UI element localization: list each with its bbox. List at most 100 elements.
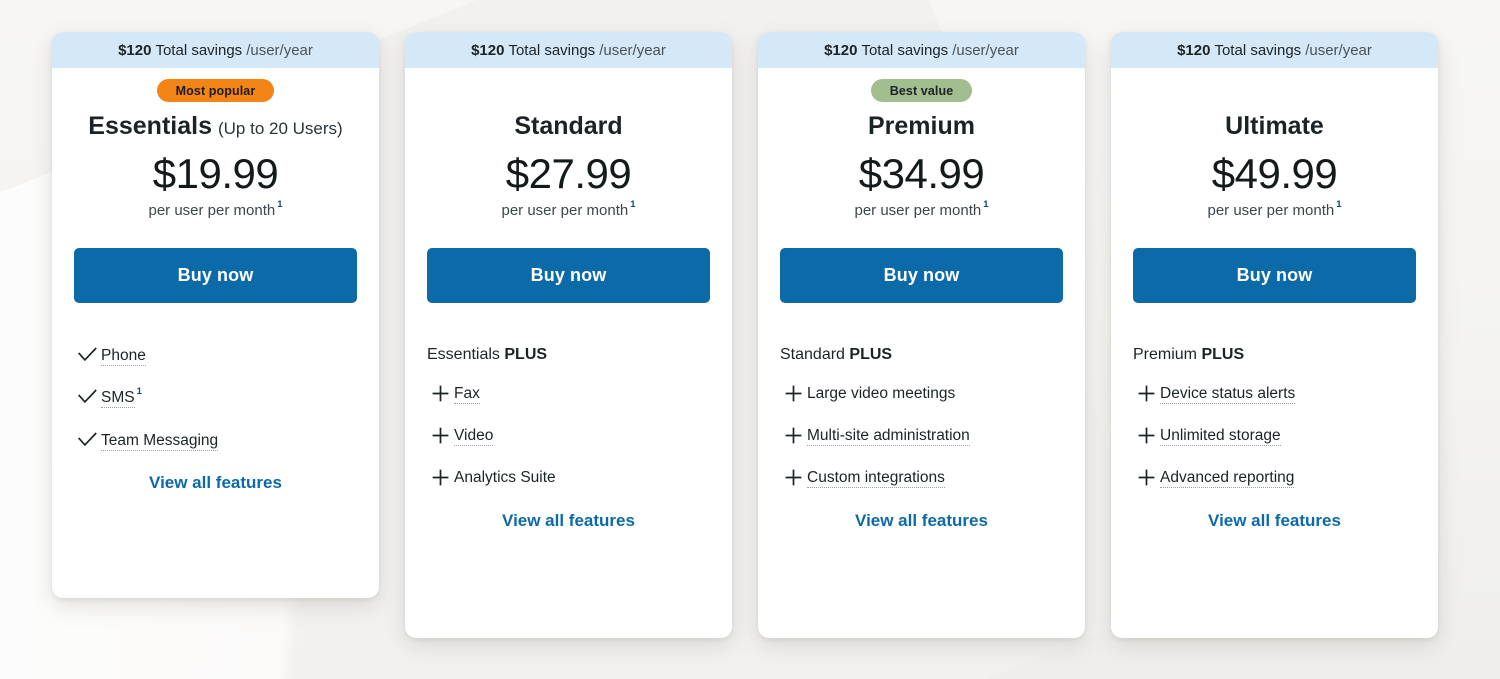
pricing-card-grid: $120 Total savings/user/year Most popular E… [0,0,1500,679]
price-footnote-marker: 1 [1336,198,1342,210]
savings-period: /user/year [599,41,666,59]
savings-period: /user/year [1305,41,1372,59]
plus-header-bold: PLUS [1201,345,1245,363]
savings-period: /user/year [246,41,313,59]
plan-name: Standard [514,112,623,140]
price-footnote-marker: 1 [983,198,989,210]
price-note: per user per month 1 [74,198,357,219]
savings-amount: $120 [471,41,505,59]
badge-row [427,68,710,113]
feature-label: Large video meetings [807,384,956,402]
feature-label[interactable]: Team Messaging [101,431,219,451]
feature-label: Analytics Suite [454,469,556,487]
plan-title: Essentials (Up to 20 Users) [74,112,357,141]
plus-icon [1133,468,1160,486]
pricing-card-ultimate: $120 Total savings/user/year Ultimate $49.9… [1111,32,1438,638]
savings-amount: $120 [1177,41,1211,59]
plus-icon [1133,426,1160,444]
price-note-text: per user per month [501,201,629,219]
feature-footnote-marker: 1 [136,385,142,397]
plan-badge: Most popular [156,79,275,102]
savings-banner: $120 Total savings/user/year [758,32,1085,68]
plus-header-prefix: Standard [780,345,850,363]
plan-badge: Best value [870,79,973,102]
feature-label[interactable]: Custom integrations [807,469,945,489]
price-footnote-marker: 1 [277,198,283,210]
savings-banner: $120 Total savings/user/year [52,32,379,68]
card-body: Best value Premium $34.99 per user per mont… [758,68,1085,638]
feature-item: Fax [427,384,710,404]
plus-header: Premium PLUS [1133,346,1416,364]
feature-item: Team Messaging [74,431,357,451]
plus-icon [780,384,807,402]
badge-row [1133,68,1416,113]
feature-label-wrap: Multi-site administration [807,426,970,446]
feature-item: Device status alerts [1133,384,1416,404]
plan-title: Standard [427,112,710,141]
plus-header: Essentials PLUS [427,346,710,364]
plan-price: $27.99 [505,149,632,197]
view-all-features-link[interactable]: View all features [780,511,1063,531]
plan-price: $34.99 [858,149,985,197]
plus-icon [427,384,454,402]
plus-header: Standard PLUS [780,346,1063,364]
buy-now-button[interactable]: Buy now [74,247,357,303]
price-note-text: per user per month [1207,201,1335,219]
view-all-features-link[interactable]: View all features [427,511,710,531]
plus-icon [780,426,807,444]
buy-now-button[interactable]: Buy now [427,247,710,303]
view-all-features-link[interactable]: View all features [1133,511,1416,531]
check-icon [74,431,101,447]
pricing-card-premium: $120 Total savings/user/year Best value Pre… [758,32,1085,638]
feature-item: Video [427,426,710,446]
feature-item: Analytics Suite [427,468,710,487]
view-all-features-link[interactable]: View all features [74,473,357,493]
pricing-card-standard: $120 Total savings/user/year Standard $27.9… [405,32,732,638]
card-body: Standard $27.99 per user per month 1 Buy now… [405,68,732,638]
feature-label[interactable]: Fax [454,384,480,404]
feature-label[interactable]: Video [454,426,494,446]
plus-header-bold: PLUS [849,345,893,363]
buy-now-button[interactable]: Buy now [1133,247,1416,303]
feature-label[interactable]: Phone [101,346,146,366]
feature-label-wrap: Team Messaging [101,431,219,451]
savings-amount: $120 [824,41,858,59]
savings-label: Total savings [1214,41,1302,59]
feature-label[interactable]: Unlimited storage [1160,426,1281,446]
plus-header-bold: PLUS [504,345,548,363]
badge-row: Best value [780,68,1063,113]
feature-item: Large video meetings [780,384,1063,403]
badge-row: Most popular [74,68,357,113]
feature-label-wrap: Device status alerts [1160,384,1296,404]
buy-now-button[interactable]: Buy now [780,247,1063,303]
price-note-text: per user per month [148,201,276,219]
savings-label: Total savings [508,41,596,59]
plus-icon [780,468,807,486]
plan-name: Ultimate [1225,112,1324,140]
feature-item: Multi-site administration [780,426,1063,446]
plan-price: $19.99 [152,149,279,197]
savings-amount: $120 [118,41,152,59]
feature-label-wrap: Analytics Suite [454,468,556,487]
plan-title: Premium [780,112,1063,141]
feature-label[interactable]: SMS [101,389,135,409]
savings-label: Total savings [861,41,949,59]
savings-banner: $120 Total savings/user/year [405,32,732,68]
feature-label-wrap: Video [454,426,494,446]
plus-header-prefix: Essentials [427,345,505,363]
feature-label[interactable]: Multi-site administration [807,426,970,446]
price-note: per user per month 1 [780,198,1063,219]
price-note: per user per month 1 [1133,198,1416,219]
plan-name: Premium [868,112,975,140]
card-body: Ultimate $49.99 per user per month 1 Buy now… [1111,68,1438,638]
feature-list: Premium PLUS Device status alerts Unlimite… [1133,346,1416,531]
feature-label[interactable]: Advanced reporting [1160,469,1295,489]
price-note-text: per user per month [854,201,982,219]
check-icon [74,346,101,362]
feature-label-wrap: Phone [101,346,146,366]
feature-list: Standard PLUS Large video meetings Multi-s… [780,346,1063,531]
feature-label[interactable]: Device status alerts [1160,384,1296,404]
feature-label-wrap: Large video meetings [807,384,955,403]
feature-label-wrap: SMS 1 [101,385,142,409]
savings-period: /user/year [952,41,1019,59]
